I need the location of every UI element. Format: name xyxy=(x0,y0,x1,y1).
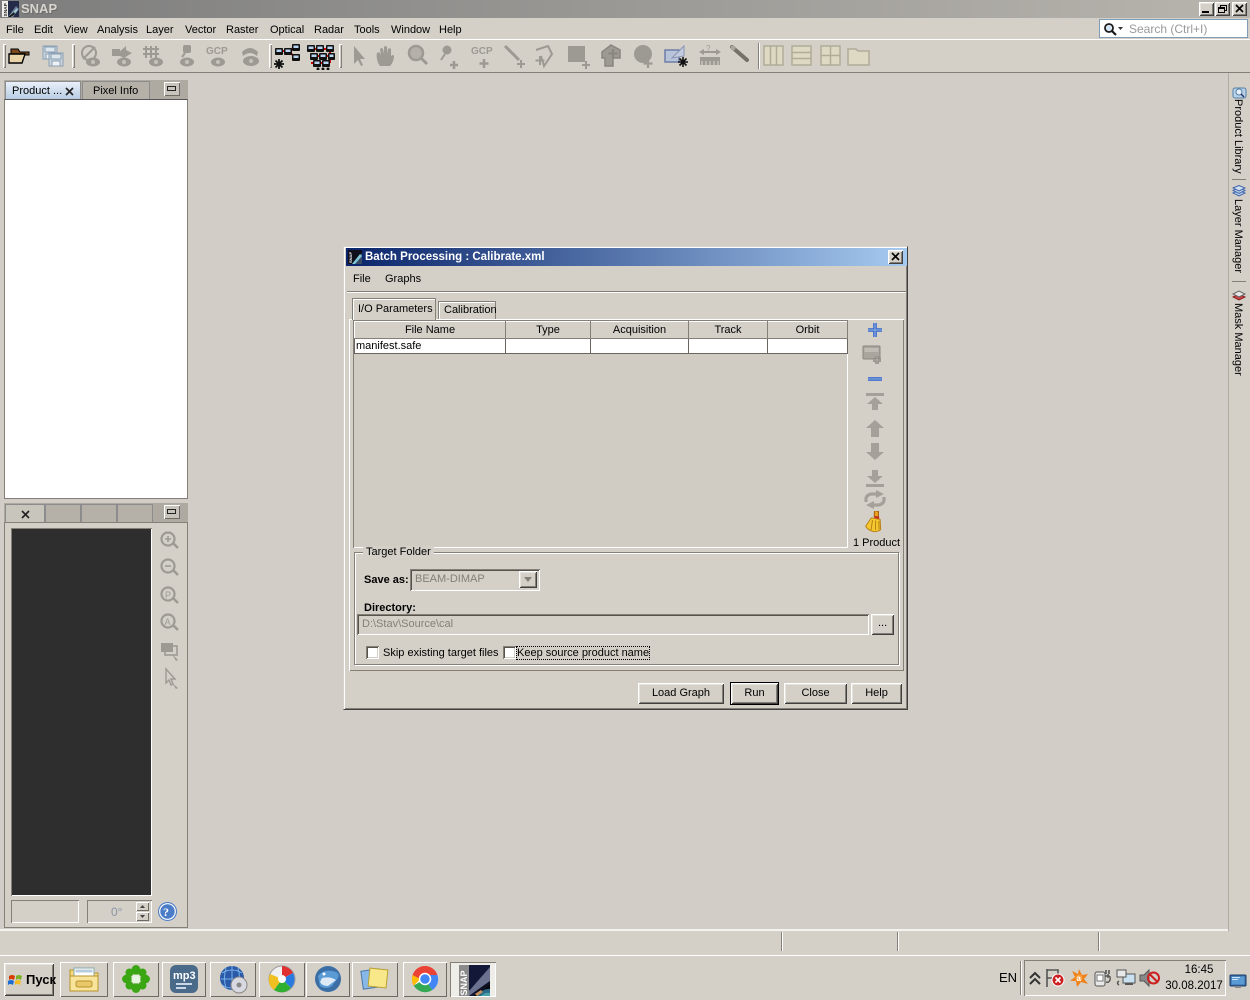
svg-text:GCP: GCP xyxy=(206,46,228,57)
svg-text:P: P xyxy=(165,590,171,600)
svg-text:SNAP: SNAP xyxy=(459,970,469,995)
svg-text:a: a xyxy=(1077,974,1082,983)
svg-text:A: A xyxy=(165,617,171,627)
svg-text:mp3: mp3 xyxy=(173,970,196,982)
svg-text:SNAP: SNAP xyxy=(348,252,353,263)
svg-text:?: ? xyxy=(706,44,711,53)
svg-text:GCP: GCP xyxy=(471,46,493,57)
svg-text:?: ? xyxy=(163,905,169,919)
